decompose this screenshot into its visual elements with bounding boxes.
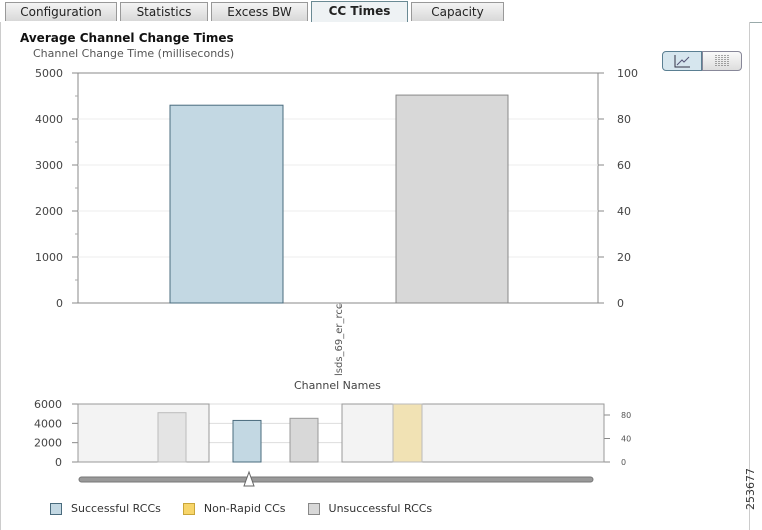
y2-tick-label: 80 — [617, 113, 631, 126]
y-tick-label: 0 — [56, 297, 63, 310]
x-axis-label: Channel Names — [294, 379, 381, 392]
overview-y-tick-label: 2000 — [34, 437, 62, 450]
y2-tick-label: 100 — [617, 67, 638, 80]
legend-non-rapid-ccs: Non-Rapid CCs — [182, 502, 286, 515]
overview-scrollbar[interactable] — [78, 476, 594, 483]
y2-tick-label: 20 — [617, 251, 631, 264]
overview-y2-tick-label: 0 — [621, 458, 626, 467]
y-tick-label: 5000 — [35, 67, 63, 80]
bar-unsuccessful-rccs — [395, 94, 509, 304]
chart-canvas: 0100020003000400050000204060801000200040… — [34, 67, 638, 487]
overview-mask-right — [341, 403, 605, 463]
overview-bar — [392, 403, 423, 463]
y2-tick-label: 0 — [617, 297, 624, 310]
legend-unsuccessful-rccs: Unsuccessful RCCs — [307, 502, 433, 515]
overview-bar — [289, 417, 319, 463]
overview-y-tick-label: 6000 — [34, 398, 62, 411]
legend-label: Successful RCCs — [71, 502, 161, 515]
category-label: lsds_69_er_rcc — [334, 303, 345, 376]
overview-bar — [232, 419, 262, 463]
y-tick-label: 2000 — [35, 205, 63, 218]
figure-number: 253677 — [744, 468, 757, 510]
legend-label: Unsuccessful RCCs — [328, 502, 433, 515]
y-tick-label: 1000 — [35, 251, 63, 264]
plot-area — [77, 72, 599, 304]
y-tick-label: 3000 — [35, 159, 63, 172]
legend: Successful RCCs Non-Rapid CCs Unsuccessf… — [50, 502, 454, 515]
y2-tick-label: 60 — [617, 159, 631, 172]
overview-y-tick-label: 0 — [55, 456, 62, 469]
overview-y2-tick-label: 80 — [621, 411, 631, 420]
legend-label: Non-Rapid CCs — [203, 502, 286, 515]
overview-bar — [157, 412, 187, 463]
overview-y2-tick-label: 40 — [621, 435, 631, 444]
y2-tick-label: 40 — [617, 205, 631, 218]
bar-successful-rccs — [169, 104, 284, 304]
overview-mask-left — [77, 403, 210, 463]
overview-y-tick-label: 4000 — [34, 417, 62, 430]
y-tick-label: 4000 — [35, 113, 63, 126]
legend-successful-rccs: Successful RCCs — [50, 502, 161, 515]
